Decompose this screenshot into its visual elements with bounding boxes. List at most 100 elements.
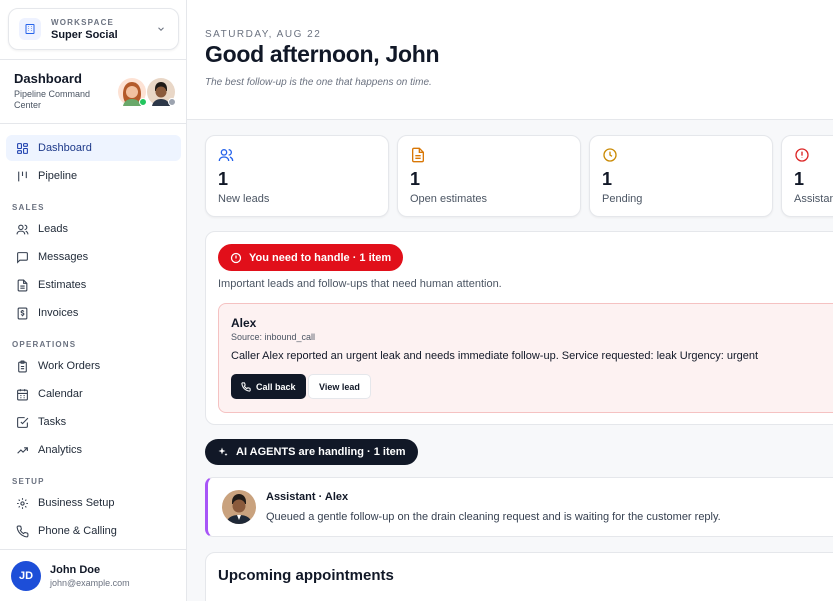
date-label: SATURDAY, AUG 22 <box>205 29 322 40</box>
gear-icon <box>15 496 29 510</box>
avatar: JD <box>11 560 41 591</box>
sidebar: WORKSPACE Super Social Dashboard Pipelin… <box>0 0 187 601</box>
users-icon <box>15 222 29 236</box>
grid-icon <box>15 141 29 155</box>
agents-badge: AI AGENTS are handling · 1 item <box>205 439 418 465</box>
page-header: SATURDAY, AUG 22 Good afternoon, John Th… <box>187 0 833 120</box>
sidebar-item-label: Business Setup <box>38 497 115 509</box>
divider <box>0 123 187 124</box>
sidebar-item-label: Calendar <box>38 388 83 400</box>
sidebar-item-label: Tasks <box>38 416 67 428</box>
sidebar-title: Dashboard <box>14 71 82 86</box>
agent-message: Queued a gentle follow-up on the drain c… <box>266 511 721 523</box>
sidebar-item-leads[interactable]: Leads <box>6 216 181 242</box>
sidebar-item-dashboard[interactable]: Dashboard <box>6 135 181 161</box>
main-content: SATURDAY, AUG 22 Good afternoon, John Th… <box>187 0 833 601</box>
check-square-icon <box>15 415 29 429</box>
workspace-label: WORKSPACE <box>51 17 115 27</box>
attention-panel: You need to handle · 1 item Important le… <box>205 231 833 425</box>
building-icon <box>19 18 41 40</box>
clipboard-icon <box>15 359 29 373</box>
appointments-panel: Upcoming appointments <box>205 552 833 601</box>
document-icon <box>15 278 29 292</box>
lead-card[interactable]: Alex Source: inbound_call Caller Alex re… <box>218 303 833 413</box>
sidebar-item-label: Analytics <box>38 444 83 456</box>
document-icon <box>410 147 426 163</box>
attention-badge: You need to handle · 1 item <box>218 244 404 271</box>
agent-title: Assistant · Alex <box>266 491 349 503</box>
team-avatars <box>118 78 176 106</box>
pipeline-icon <box>15 169 29 183</box>
phone-icon <box>15 524 29 538</box>
sidebar-item-label: Phone & Calling <box>38 525 117 537</box>
nav-section-setup: SETUP <box>12 477 45 486</box>
calendar-icon <box>15 387 29 401</box>
sidebar-item-label: Estimates <box>38 279 87 291</box>
sparkles-icon <box>217 446 229 458</box>
sidebar-item-label: Leads <box>38 223 68 235</box>
sidebar-item-estimates[interactable]: Estimates <box>6 272 181 298</box>
stat-card-open-estimates[interactable]: 1 Open estimates <box>397 135 581 217</box>
alert-icon <box>230 252 242 264</box>
sidebar-item-invoices[interactable]: Invoices <box>6 300 181 326</box>
attention-badge-label: You need to handle · 1 item <box>249 251 392 264</box>
phone-icon <box>241 381 251 392</box>
sidebar-item-label: Pipeline <box>38 170 78 182</box>
appointments-title: Upcoming appointments <box>218 567 394 584</box>
user-email: john@example.com <box>50 577 130 588</box>
sidebar-item-tasks[interactable]: Tasks <box>6 409 181 435</box>
stat-label: Open estimates <box>410 193 488 205</box>
lead-source: Source: inbound_call <box>231 332 316 342</box>
attention-description: Important leads and follow-ups that need… <box>218 278 502 290</box>
stat-label: Assistant <box>794 193 833 205</box>
stat-label: New leads <box>218 193 270 205</box>
stat-card-pending[interactable]: 1 Pending <box>589 135 773 217</box>
sidebar-item-analytics[interactable]: Analytics <box>6 437 181 463</box>
sidebar-subtitle: Pipeline Command Center <box>14 89 91 110</box>
chevron-down-icon <box>154 22 168 36</box>
offline-indicator <box>168 98 176 106</box>
user-profile[interactable]: JD John Doe john@example.com <box>0 549 187 601</box>
stat-value: 1 <box>602 169 613 189</box>
clock-icon <box>602 147 618 163</box>
workspace-switcher[interactable]: WORKSPACE Super Social <box>8 8 179 50</box>
nav-section-operations: OPERATIONS <box>12 340 77 349</box>
trend-icon <box>15 443 29 457</box>
sidebar-item-phone-calling[interactable]: Phone & Calling <box>6 518 181 544</box>
lead-name: Alex <box>231 316 257 330</box>
sidebar-item-label: Messages <box>38 251 89 263</box>
sidebar-item-work-orders[interactable]: Work Orders <box>6 353 181 379</box>
stat-card-assistant[interactable]: 1 Assistant <box>781 135 833 217</box>
tagline: The best follow-up is the one that happe… <box>205 77 432 88</box>
stat-card-new-leads[interactable]: 1 New leads <box>205 135 389 217</box>
nav-section-sales: SALES <box>12 203 45 212</box>
stat-value: 1 <box>794 169 805 189</box>
invoice-icon <box>15 306 29 320</box>
view-lead-button[interactable]: View lead <box>308 374 371 399</box>
workspace-name: Super Social <box>51 28 118 41</box>
call-back-button[interactable]: Call back <box>231 374 306 399</box>
sidebar-item-messages[interactable]: Messages <box>6 244 181 270</box>
sidebar-item-pipeline[interactable]: Pipeline <box>6 163 181 189</box>
user-name: John Doe <box>50 563 101 576</box>
avatar[interactable] <box>147 78 176 106</box>
call-back-label: Call back <box>256 381 296 392</box>
sidebar-header: Dashboard Pipeline Command Center <box>14 71 114 111</box>
alert-icon <box>794 147 810 163</box>
online-indicator <box>139 98 147 106</box>
stat-value: 1 <box>410 169 421 189</box>
sidebar-item-business-setup[interactable]: Business Setup <box>6 490 181 516</box>
agent-activity-card[interactable]: Assistant · Alex Queued a gentle follow-… <box>205 477 833 537</box>
avatar[interactable] <box>118 78 147 106</box>
stat-value: 1 <box>218 169 229 189</box>
divider <box>0 59 187 60</box>
stat-label: Pending <box>602 193 643 205</box>
sidebar-item-label: Invoices <box>38 307 79 319</box>
sidebar-item-calendar[interactable]: Calendar <box>6 381 181 407</box>
avatar <box>222 490 256 524</box>
users-icon <box>218 147 234 163</box>
sidebar-item-label: Work Orders <box>38 360 101 372</box>
lead-message: Caller Alex reported an urgent leak and … <box>231 350 759 362</box>
sidebar-item-label: Dashboard <box>38 142 92 154</box>
message-icon <box>15 250 29 264</box>
